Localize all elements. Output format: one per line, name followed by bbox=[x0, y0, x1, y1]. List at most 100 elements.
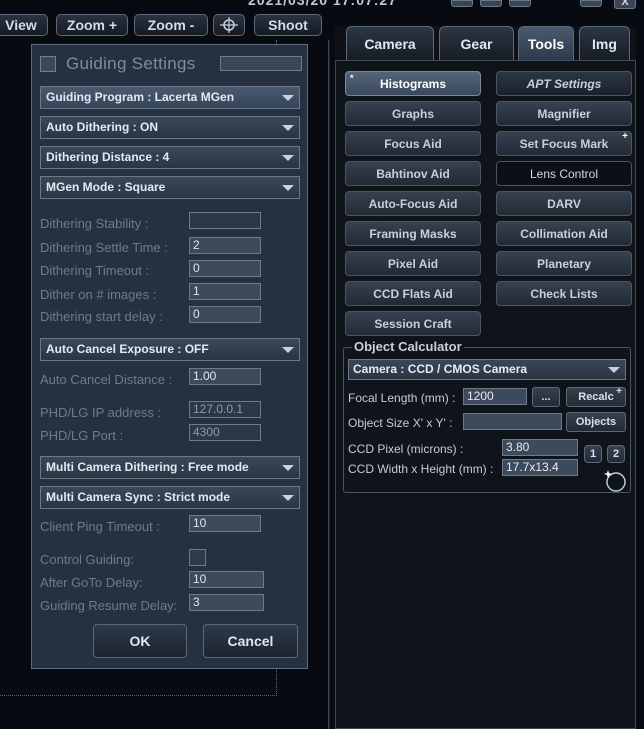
goto-delay-label: After GoTo Delay: bbox=[40, 575, 143, 590]
dithering-timeout-label: Dithering Timeout : bbox=[40, 263, 150, 278]
button-label: Set Focus Mark bbox=[519, 136, 609, 151]
dropdown-value: Guiding Program : Lacerta MGen bbox=[46, 90, 235, 104]
ip-address-label: PHD/LG IP address : bbox=[40, 405, 162, 420]
resume-delay-field[interactable]: 3 bbox=[189, 594, 264, 611]
objects-button[interactable]: Objects bbox=[566, 412, 626, 432]
pixel-aid-button[interactable]: Pixel Aid bbox=[345, 251, 481, 276]
auto-cancel-distance-field[interactable]: 1.00 bbox=[189, 368, 261, 385]
tab-camera[interactable]: Camera bbox=[346, 26, 434, 60]
dropdown-value: Multi Camera Dithering : Free mode bbox=[46, 460, 249, 474]
view-button[interactable]: View bbox=[0, 14, 48, 36]
chevron-down-icon bbox=[282, 95, 294, 101]
chevron-down-icon bbox=[608, 367, 620, 373]
multi-camera-sync-dropdown[interactable]: Multi Camera Sync : Strict mode bbox=[40, 486, 300, 509]
dialog-checkbox[interactable] bbox=[40, 56, 56, 72]
cancel-button[interactable]: Cancel bbox=[203, 624, 298, 658]
object-size-field[interactable] bbox=[463, 413, 562, 430]
window-restore-button[interactable] bbox=[480, 0, 502, 7]
port-field[interactable]: 4300 bbox=[189, 424, 261, 441]
framing-masks-button[interactable]: Framing Masks bbox=[345, 221, 481, 246]
camera-type-dropdown[interactable]: Camera : CCD / CMOS Camera bbox=[348, 359, 626, 380]
dropdown-value: MGen Mode : Square bbox=[46, 180, 166, 194]
window-minimize-button[interactable] bbox=[451, 0, 473, 7]
ccd-pixel-label: CCD Pixel (microns) : bbox=[348, 442, 464, 456]
set-focus-mark-button[interactable]: Set Focus Mark + bbox=[496, 131, 632, 156]
dialog-header-bar bbox=[220, 56, 302, 71]
focal-length-field[interactable]: 1200 bbox=[463, 388, 527, 405]
clock-readout: 2021/03/20 17:07:27 bbox=[248, 0, 397, 8]
resume-delay-label: Guiding Resume Delay: bbox=[40, 598, 178, 613]
apt-settings-button[interactable]: APT Settings bbox=[496, 71, 632, 96]
focus-aid-button[interactable]: Focus Aid bbox=[345, 131, 481, 156]
multi-camera-dithering-dropdown[interactable]: Multi Camera Dithering : Free mode bbox=[40, 456, 300, 479]
window-option-button[interactable] bbox=[509, 0, 531, 7]
zoom-in-button[interactable]: Zoom + bbox=[56, 14, 128, 36]
chevron-down-icon bbox=[282, 495, 294, 501]
auto-cancel-dropdown[interactable]: Auto Cancel Exposure : OFF bbox=[40, 338, 300, 361]
chevron-down-icon bbox=[282, 155, 294, 161]
tools-tab-body: * Histograms APT Settings Graphs Magnifie… bbox=[335, 60, 636, 729]
crosshair-button[interactable] bbox=[213, 14, 245, 36]
dropdown-value: Camera : CCD / CMOS Camera bbox=[353, 362, 528, 376]
tab-tools[interactable]: Tools bbox=[518, 26, 574, 60]
lens-control-button[interactable]: Lens Control bbox=[496, 161, 632, 186]
dithering-distance-dropdown[interactable]: Dithering Distance : 4 bbox=[40, 146, 300, 169]
recalc-button[interactable]: Recalc + bbox=[566, 386, 626, 407]
histograms-button[interactable]: * Histograms bbox=[345, 71, 481, 96]
dithering-settle-label: Dithering Settle Time : bbox=[40, 240, 168, 255]
camera-1-button[interactable]: 1 bbox=[584, 445, 602, 463]
chevron-down-icon bbox=[282, 185, 294, 191]
dialog-header: Guiding Settings bbox=[32, 45, 307, 81]
focal-length-label: Focal Length (mm) : bbox=[348, 391, 456, 405]
object-size-label: Object Size X' x Y' : bbox=[348, 416, 453, 430]
chevron-down-icon bbox=[282, 125, 294, 131]
dithering-delay-label: Dithering start delay : bbox=[40, 309, 163, 324]
shoot-button[interactable]: Shoot bbox=[254, 14, 322, 36]
ccd-wh-field[interactable]: 17.7x13.4 bbox=[502, 459, 578, 476]
dithering-stability-field[interactable] bbox=[189, 212, 261, 229]
chevron-down-icon bbox=[282, 347, 294, 353]
collimation-aid-button[interactable]: Collimation Aid bbox=[496, 221, 632, 246]
ccd-pixel-field[interactable]: 3.80 bbox=[502, 439, 578, 456]
dithering-delay-field[interactable]: 0 bbox=[189, 306, 261, 323]
zoom-out-button[interactable]: Zoom - bbox=[134, 14, 208, 36]
port-label: PHD/LG Port : bbox=[40, 428, 124, 443]
bahtinov-aid-button[interactable]: Bahtinov Aid bbox=[345, 161, 481, 186]
ok-button[interactable]: OK bbox=[93, 624, 187, 658]
ip-address-field[interactable]: 127.0.0.1 bbox=[189, 401, 261, 418]
plus-icon: + bbox=[616, 386, 622, 397]
focal-length-more-button[interactable]: ... bbox=[532, 387, 560, 407]
chevron-down-icon bbox=[282, 465, 294, 471]
magnifier-button[interactable]: Magnifier bbox=[496, 101, 632, 126]
darv-button[interactable]: DARV bbox=[496, 191, 632, 216]
dropdown-value: Auto Cancel Exposure : OFF bbox=[46, 342, 209, 356]
session-craft-button[interactable]: Session Craft bbox=[345, 311, 481, 336]
star-icon: * bbox=[350, 73, 354, 83]
check-lists-button[interactable]: Check Lists bbox=[496, 281, 632, 306]
panel-splitter[interactable] bbox=[328, 40, 330, 729]
guiding-program-dropdown[interactable]: Guiding Program : Lacerta MGen bbox=[40, 86, 300, 109]
dither-images-field[interactable]: 1 bbox=[189, 283, 261, 300]
graphs-button[interactable]: Graphs bbox=[345, 101, 481, 126]
client-ping-field[interactable]: 10 bbox=[189, 515, 261, 532]
ccd-flats-aid-button[interactable]: CCD Flats Aid bbox=[345, 281, 481, 306]
window-close-button[interactable]: X bbox=[614, 0, 636, 9]
tab-gear[interactable]: Gear bbox=[439, 26, 514, 60]
dithering-stability-label: Dithering Stability : bbox=[40, 216, 149, 231]
dithering-timeout-field[interactable]: 0 bbox=[189, 260, 261, 277]
tools-panel: Camera Gear Tools Img * Histograms APT Se… bbox=[335, 26, 636, 729]
tab-img[interactable]: Img bbox=[579, 26, 630, 60]
planetary-button[interactable]: Planetary bbox=[496, 251, 632, 276]
mgen-mode-dropdown[interactable]: MGen Mode : Square bbox=[40, 176, 300, 199]
auto-focus-aid-button[interactable]: Auto-Focus Aid bbox=[345, 191, 481, 216]
dithering-settle-field[interactable]: 2 bbox=[189, 237, 261, 254]
auto-dithering-dropdown[interactable]: Auto Dithering : ON bbox=[40, 116, 300, 139]
window-maximize-button[interactable] bbox=[580, 0, 602, 7]
dropdown-value: Auto Dithering : ON bbox=[46, 120, 158, 134]
camera-2-button[interactable]: 2 bbox=[607, 445, 625, 463]
button-label: Histograms bbox=[379, 76, 447, 91]
sparkle-circle-icon[interactable] bbox=[602, 467, 628, 493]
auto-cancel-distance-label: Auto Cancel Distance : bbox=[40, 372, 173, 387]
goto-delay-field[interactable]: 10 bbox=[189, 571, 264, 588]
control-guiding-checkbox[interactable] bbox=[189, 549, 206, 566]
